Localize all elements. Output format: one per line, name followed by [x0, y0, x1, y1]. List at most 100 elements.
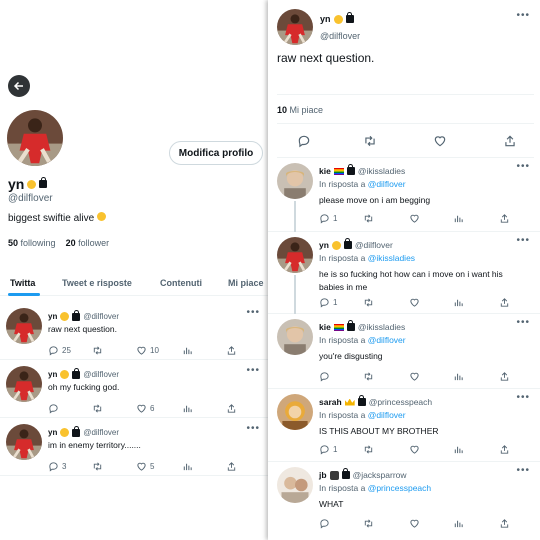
like-button[interactable] [409, 518, 420, 529]
tweet-header: yn @dilflover [48, 309, 119, 321]
reply-author-handle: @ikissladies [357, 166, 406, 176]
reply-button[interactable]: 25 [48, 345, 71, 356]
avatar[interactable] [277, 467, 313, 503]
retweet-button[interactable] [92, 403, 103, 414]
followers-link[interactable]: 20 follower [66, 238, 110, 248]
tweet-item[interactable]: yn @dilflover ••• im in enemy territory.… [0, 418, 268, 476]
tweet-item[interactable]: yn @dilflover ••• raw next question. 25 … [0, 302, 268, 360]
stats-button[interactable] [453, 518, 464, 529]
retweet-button[interactable] [92, 345, 103, 356]
stats-button[interactable] [453, 297, 464, 308]
share-button[interactable] [503, 134, 517, 148]
more-icon[interactable]: ••• [246, 307, 260, 318]
tab-likes[interactable]: Mi piace [228, 278, 264, 288]
stats-button[interactable] [182, 403, 193, 414]
avatar[interactable] [277, 163, 313, 199]
avatar[interactable] [277, 9, 313, 45]
avatar[interactable] [277, 319, 313, 355]
reply-to-handle-link[interactable]: @ikissladies [368, 253, 415, 263]
share-button[interactable] [499, 518, 510, 529]
avatar[interactable] [6, 424, 42, 460]
more-icon[interactable]: ••• [246, 365, 260, 376]
retweet-button[interactable] [363, 444, 374, 455]
like-button[interactable] [409, 297, 420, 308]
stats-button[interactable] [182, 461, 193, 472]
reply-button[interactable]: 1 [319, 444, 337, 455]
share-button[interactable] [499, 297, 510, 308]
share-button[interactable] [499, 444, 510, 455]
more-icon[interactable]: ••• [516, 161, 530, 172]
reply-button[interactable] [48, 403, 62, 414]
avatar[interactable] [277, 394, 313, 430]
tweet-item[interactable]: yn @dilflover ••• oh my fucking god. 6 [0, 360, 268, 418]
reply-button[interactable]: 3 [48, 461, 66, 472]
like-button[interactable]: 5 [136, 461, 154, 472]
more-icon[interactable]: ••• [516, 317, 530, 328]
share-icon [499, 213, 510, 224]
like-button[interactable]: 10 [136, 345, 159, 356]
like-button[interactable] [409, 444, 420, 455]
reply-button[interactable] [319, 518, 333, 529]
tab-media[interactable]: Contenuti [160, 278, 202, 288]
stats-button[interactable] [182, 345, 193, 356]
profile-name: yn [8, 176, 48, 192]
share-button[interactable] [226, 461, 237, 472]
retweet-button[interactable] [363, 297, 374, 308]
stats-icon [453, 297, 464, 308]
like-button[interactable] [409, 213, 420, 224]
edit-profile-button[interactable]: Modifica profilo [169, 141, 263, 165]
retweet-button[interactable] [363, 371, 374, 382]
more-icon[interactable]: ••• [516, 10, 530, 21]
following-link[interactable]: 50 following [8, 238, 56, 248]
retweet-button[interactable] [363, 518, 374, 529]
avatar[interactable] [277, 237, 313, 273]
reply-tweet[interactable]: yn @dilflover ••• In risposta a @ikissla… [268, 232, 540, 314]
stats-button[interactable] [453, 371, 464, 382]
reply-to-handle-link[interactable]: @dilflover [368, 335, 406, 345]
stats-button[interactable] [453, 444, 464, 455]
more-icon[interactable]: ••• [246, 423, 260, 434]
share-button[interactable] [226, 403, 237, 414]
reply-to-handle-link[interactable]: @dilflover [368, 410, 406, 420]
reply-button[interactable]: 1 [319, 213, 337, 224]
reply-text: IS THIS ABOUT MY BROTHER [319, 426, 439, 436]
profile-avatar[interactable] [7, 110, 63, 166]
crown-emoji-icon [344, 398, 355, 406]
reply-to-handle-link[interactable]: @princesspeach [368, 483, 431, 493]
back-button[interactable] [8, 75, 30, 97]
like-button[interactable] [433, 134, 447, 148]
retweet-button[interactable] [363, 134, 377, 148]
reply-button[interactable] [319, 371, 333, 382]
reply-to-handle-link[interactable]: @dilflover [368, 179, 406, 189]
reply-header: kie @ikissladies [319, 164, 406, 176]
reply-tweet[interactable]: sarah @princesspeach ••• In risposta a @… [268, 389, 540, 462]
more-icon[interactable]: ••• [516, 392, 530, 403]
followers-label: follower [78, 238, 110, 248]
stats-icon [182, 461, 193, 472]
share-button[interactable] [499, 371, 510, 382]
more-icon[interactable]: ••• [516, 465, 530, 476]
share-button[interactable] [499, 213, 510, 224]
retweet-button[interactable] [92, 461, 103, 472]
tab-tweets[interactable]: Twitta [10, 278, 35, 288]
lock-icon [72, 367, 81, 379]
reply-tweet[interactable]: jb @jacksparrow ••• In risposta a @princ… [268, 462, 540, 540]
followers-count: 20 [65, 238, 76, 248]
reply-tweet[interactable]: kie @ikissladies ••• In risposta a @dilf… [268, 158, 540, 232]
main-tweet-likes[interactable]: 10 Mi piace [277, 94, 534, 124]
more-icon[interactable]: ••• [516, 235, 530, 246]
avatar[interactable] [6, 366, 42, 402]
reply-tweet[interactable]: kie @ikissladies ••• In risposta a @dilf… [268, 314, 540, 389]
share-button[interactable] [226, 345, 237, 356]
like-button[interactable] [409, 371, 420, 382]
retweet-icon [363, 371, 374, 382]
retweet-button[interactable] [363, 213, 374, 224]
reply-button[interactable]: 1 [319, 297, 337, 308]
lock-icon [345, 12, 354, 23]
reply-button[interactable] [297, 134, 311, 148]
like-button[interactable]: 6 [136, 403, 154, 414]
reply-count: 1 [333, 298, 338, 307]
stats-button[interactable] [453, 213, 464, 224]
avatar[interactable] [6, 308, 42, 344]
tab-tweets-replies[interactable]: Tweet e risposte [62, 278, 132, 288]
